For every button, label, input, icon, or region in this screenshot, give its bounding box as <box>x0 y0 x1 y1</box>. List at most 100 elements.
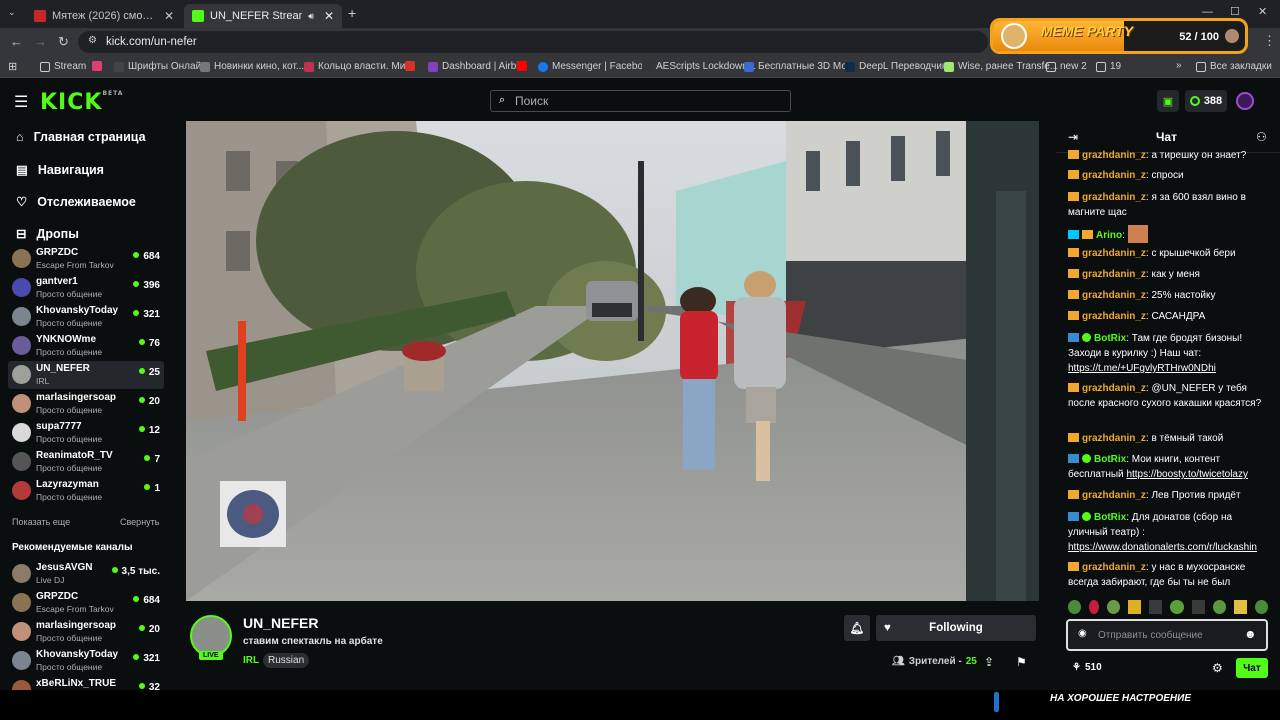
folder-icon <box>40 61 50 72</box>
bookmark-item[interactable]: Шрифты Онлайн <box>114 61 207 72</box>
verified-icon <box>1082 454 1091 463</box>
chat-settings-icon[interactable]: ◉ <box>1078 628 1087 639</box>
channel-item[interactable]: supa7777 Просто общение 12 <box>8 419 164 447</box>
channel-item[interactable]: ReanimatoR_TV Просто общение 7 <box>8 448 164 476</box>
language-tag[interactable]: Russian <box>263 653 310 668</box>
bookmark-item[interactable] <box>405 61 415 71</box>
close-window-icon[interactable]: ✕ <box>1258 5 1267 18</box>
emote-icon[interactable] <box>1148 600 1162 614</box>
bookmark-item[interactable]: Messenger | Facebo... <box>538 61 651 72</box>
bookmark-item[interactable]: Wise, ранее Transfe... <box>944 61 1058 72</box>
close-tab-icon[interactable]: ✕ <box>324 9 334 23</box>
live-badge: LIVE <box>199 651 223 660</box>
collapse-chat-icon[interactable]: ⇥ <box>1068 130 1078 144</box>
report-icon[interactable]: ⚑ <box>1016 655 1027 669</box>
site-info-icon[interactable]: ⚙︎ <box>88 35 97 46</box>
minimize-icon[interactable]: — <box>1202 6 1213 18</box>
channel-item[interactable]: xBeRLiNx_TRUE 32 <box>8 676 164 690</box>
channel-name[interactable]: UN_NEFER <box>243 615 318 631</box>
channel-item[interactable]: KhovanskyToday Просто общение 321 <box>8 303 164 331</box>
bot-badge-icon <box>1068 512 1079 521</box>
forward-icon[interactable]: → <box>34 34 47 49</box>
chat-message: grazhdanin_z: в тёмный такой <box>1068 431 1268 446</box>
back-icon[interactable]: ← <box>10 34 23 49</box>
chat-input[interactable]: ◉ Отправить сообщение ☻ <box>1066 619 1268 651</box>
show-more-link[interactable]: Показать еще <box>12 517 70 527</box>
channel-item[interactable]: KhovanskyToday Просто общение 321 <box>8 647 164 675</box>
emote-icon[interactable] <box>1127 600 1141 614</box>
emote-icon[interactable] <box>1192 600 1206 614</box>
emote-icon[interactable] <box>1213 600 1227 614</box>
menu-icon[interactable]: ⋮ <box>1263 33 1276 49</box>
app-icon <box>92 61 102 71</box>
channel-item[interactable]: marlasingersoap Просто общение 20 <box>8 618 164 646</box>
send-chat-button[interactable]: Чат <box>1236 658 1268 678</box>
emote-icon[interactable] <box>1068 600 1081 614</box>
close-tab-icon[interactable]: ✕ <box>164 9 174 23</box>
reload-icon[interactable]: ↻ <box>58 34 69 50</box>
coins-button[interactable]: 388 <box>1185 90 1227 112</box>
emote-icon[interactable] <box>1234 600 1248 614</box>
tab-title: UN_NEFER Stream - Watch <box>210 10 302 22</box>
speaker-icon[interactable]: 🔊︎ <box>308 11 314 22</box>
search-input[interactable]: ⌕ Поиск <box>490 90 791 112</box>
emote-icon[interactable] <box>1255 600 1269 614</box>
chat-gear-icon[interactable]: ⚙︎ <box>1212 661 1223 675</box>
user-avatar[interactable] <box>1236 92 1254 110</box>
sidebar-item-browse[interactable]: ▤ Навигация <box>16 162 104 178</box>
sidebar-item-home[interactable]: ⌂ Главная страница <box>16 130 146 144</box>
new-tab-icon[interactable]: + <box>348 5 356 21</box>
viewers-icon: 👥︎ <box>892 656 905 667</box>
kick-menu-icon[interactable]: ▣ <box>1157 90 1179 112</box>
emote-icon[interactable] <box>1088 600 1099 614</box>
notifications-button[interactable]: 🔔︎ <box>844 615 870 641</box>
emoji-icon[interactable]: ☻ <box>1244 627 1257 641</box>
emote-icon[interactable] <box>1169 600 1185 614</box>
channel-item[interactable]: YNKNOWme Просто общение 76 <box>8 332 164 360</box>
bookmark-item[interactable]: Новинки кино, кот... <box>200 61 304 72</box>
sidebar-item-following[interactable]: ♡ Отслеживаемое <box>16 194 136 210</box>
bookmark-item[interactable]: Stream <box>40 61 86 72</box>
chat-link[interactable]: https://www.donationalerts.com/r/luckash… <box>1068 542 1257 553</box>
browser-tab-1[interactable]: Мятеж (2026) смотреть онлайн ✕ <box>26 4 182 28</box>
bookmark-item[interactable]: new 2 <box>1046 61 1087 72</box>
more-bookmarks-icon[interactable]: » <box>1176 60 1182 71</box>
tab-search-icon[interactable]: ⌄ <box>8 7 16 18</box>
chat-users-icon[interactable]: ⚇ <box>1256 130 1267 144</box>
follow-button[interactable]: ♥ Following <box>876 615 1036 641</box>
hamburger-menu-icon[interactable]: ☰ <box>14 92 28 112</box>
channel-item[interactable]: GRPZDC Escape From Tarkov 684 <box>8 589 164 617</box>
chat-link[interactable]: https://boosty.to/twicetolazy <box>1126 469 1248 480</box>
bookmark-item[interactable]: AEScripts Lockdown... <box>642 61 756 72</box>
bookmark-item[interactable]: Бесплатные 3D Мо... <box>744 61 855 72</box>
browser-tab-2[interactable]: UN_NEFER Stream - Watch 🔊︎ ✕ <box>184 4 342 28</box>
kick-logo[interactable]: KICKBETA <box>40 90 123 115</box>
bookmark-item[interactable] <box>92 61 102 71</box>
sidebar-item-drops[interactable]: ⊟ Дропы <box>16 226 79 242</box>
channel-points[interactable]: ⚘ 510 <box>1072 662 1102 673</box>
category-link[interactable]: IRL <box>243 655 259 666</box>
channel-item[interactable]: marlasingersoap Просто общение 20 <box>8 390 164 418</box>
video-frame <box>186 121 1039 601</box>
all-bookmarks[interactable]: Все закладки <box>1196 61 1272 72</box>
channel-item[interactable]: Lazyrazyman Просто общение 1 <box>8 477 164 505</box>
channel-item[interactable]: GRPZDC Escape From Tarkov 684 <box>8 245 164 273</box>
bookmark-item[interactable] <box>517 61 527 71</box>
collapse-link[interactable]: Свернуть <box>120 517 159 527</box>
bookmark-item[interactable]: Dashboard | Airbit <box>428 61 521 72</box>
url-input[interactable]: ⚙︎ kick.com/un-nefer <box>78 31 988 53</box>
meme-avatar <box>1225 29 1239 43</box>
chat-link[interactable]: https://t.me/+UFgvlyRTHrw0NDhi <box>1068 363 1216 374</box>
bookmark-item[interactable]: Кольцо власти. Ми... <box>304 61 414 72</box>
video-player[interactable] <box>186 121 1039 601</box>
channel-item-active[interactable]: UN_NEFER IRL 25 <box>8 361 164 389</box>
chat-message: Arino: <box>1068 225 1268 243</box>
channel-item[interactable]: gantver1 Просто общение 396 <box>8 274 164 302</box>
channel-item[interactable]: JesusAVGN Live DJ 3,5 тыс. <box>8 560 164 588</box>
bookmark-item[interactable]: DeepL Переводчик <box>845 61 946 72</box>
apps-grid-icon[interactable]: ⊞ <box>8 60 17 73</box>
maximize-icon[interactable]: ☐ <box>1230 5 1240 18</box>
emote-icon[interactable] <box>1106 600 1120 614</box>
share-icon[interactable]: ⇪ <box>984 655 994 669</box>
bookmark-item[interactable]: 19 <box>1096 61 1121 72</box>
